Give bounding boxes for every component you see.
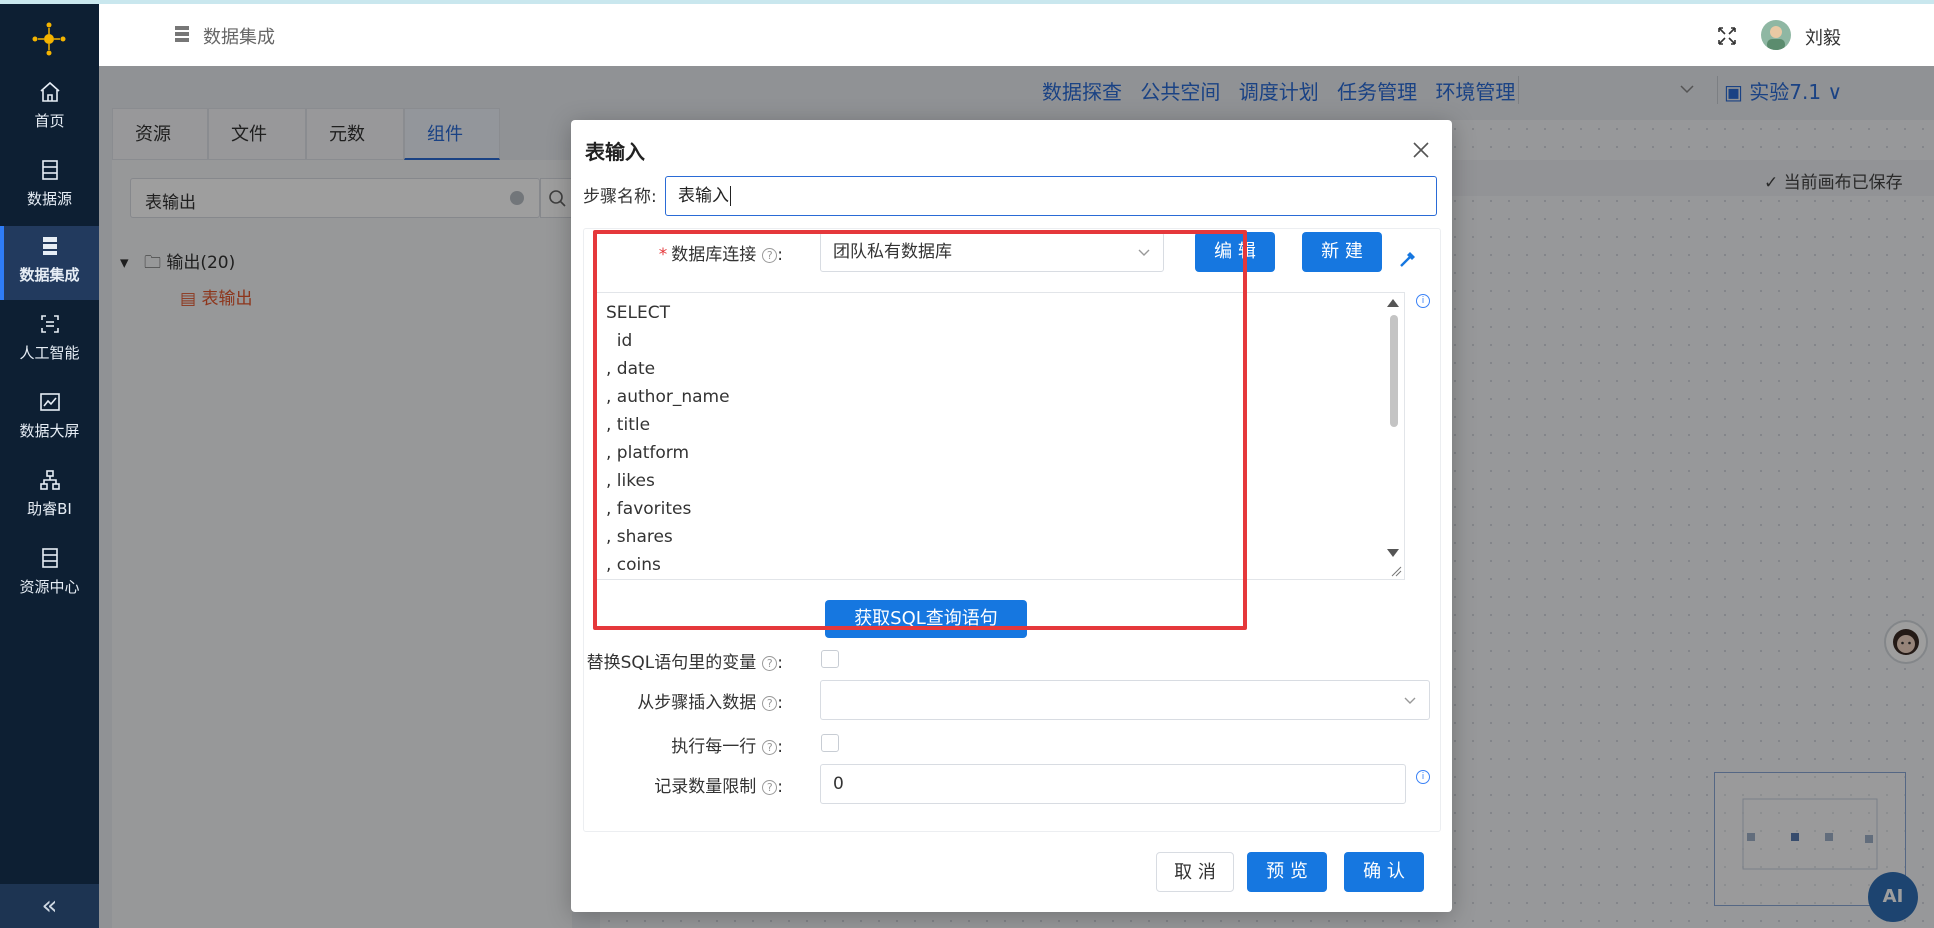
- info-icon[interactable]: i: [1416, 770, 1430, 784]
- dialog-title: 表输入: [585, 140, 645, 164]
- username[interactable]: 刘毅: [1805, 24, 1841, 50]
- help-icon[interactable]: ?: [762, 696, 778, 711]
- sidebar-item-home[interactable]: 首页: [0, 72, 99, 146]
- scan-icon: [40, 315, 59, 333]
- database-icon: [42, 237, 57, 255]
- chevron-down-icon: [1404, 697, 1416, 704]
- sidebar-item-label: 数据集成: [19, 266, 80, 284]
- help-icon[interactable]: ?: [762, 656, 778, 671]
- db-connection-select[interactable]: 团队私有数据库: [820, 232, 1164, 272]
- sql-line: , date: [606, 359, 656, 379]
- hierarchy-icon: [39, 470, 60, 490]
- user-avatar-icon: [1767, 26, 1785, 50]
- required-icon: *: [658, 245, 668, 265]
- edit-connection-button[interactable]: 编 辑: [1195, 232, 1275, 272]
- chevron-down-icon: [1138, 249, 1150, 256]
- scroll-up-icon[interactable]: [1387, 299, 1399, 307]
- replace-vars-label-text: 替换SQL语句里的变量: [586, 653, 757, 673]
- cancel-button[interactable]: 取 消: [1156, 852, 1234, 892]
- resource-icon: [41, 548, 58, 568]
- sidebar-item-label: 人工智能: [19, 344, 80, 362]
- table-input-dialog: 表输入 步骤名称: 表输入 * 数据库连接?: 团队私有数据库 编 辑 新 建 S…: [571, 120, 1452, 912]
- datasource-icon: [41, 160, 58, 180]
- sql-line: , shares: [606, 527, 673, 547]
- preview-button[interactable]: 预 览: [1247, 852, 1327, 892]
- sidebar-item-label: 首页: [34, 112, 65, 130]
- record-limit-label: 记录数量限制?:: [654, 777, 783, 797]
- help-icon[interactable]: ?: [762, 780, 778, 795]
- sql-scrollbar[interactable]: [1384, 293, 1404, 581]
- sidebar: 首页 数据源 数据集成 人工智能 数据大屏 助睿BI 资源中心 «: [0, 4, 99, 928]
- step-name-input[interactable]: 表输入: [665, 176, 1437, 216]
- scrollbar-thumb[interactable]: [1390, 315, 1398, 427]
- db-connection-label: * 数据库连接?:: [658, 245, 783, 265]
- sql-line: , coins: [606, 555, 661, 575]
- insert-from-step-label-text: 从步骤插入数据: [637, 693, 757, 713]
- execute-each-row-label-text: 执行每一行: [671, 737, 757, 757]
- db-connection-value: 团队私有数据库: [833, 242, 952, 262]
- get-sql-button[interactable]: 获取SQL查询语句: [825, 600, 1027, 638]
- close-icon[interactable]: [1409, 138, 1433, 162]
- chart-icon: [39, 393, 60, 411]
- sidebar-item-datasource[interactable]: 数据源: [0, 150, 99, 224]
- resize-handle-icon[interactable]: [1390, 565, 1402, 577]
- replace-vars-checkbox[interactable]: [821, 650, 839, 668]
- fullscreen-icon[interactable]: [1715, 24, 1739, 48]
- sql-line: , likes: [606, 471, 655, 491]
- record-limit-value: 0: [833, 774, 844, 794]
- avatar[interactable]: [1761, 20, 1791, 50]
- header: 数据集成 刘毅: [99, 4, 1934, 66]
- replace-vars-label: 替换SQL语句里的变量?:: [586, 653, 783, 673]
- help-icon[interactable]: ?: [762, 740, 778, 755]
- sidebar-collapse-button[interactable]: «: [0, 884, 99, 928]
- info-icon[interactable]: i: [1416, 294, 1430, 308]
- insert-from-step-select[interactable]: [820, 680, 1430, 720]
- logo-icon: [32, 22, 66, 56]
- scroll-down-icon[interactable]: [1387, 549, 1399, 557]
- sql-code: SELECT id , date , author_name , title , pla…: [606, 299, 730, 579]
- sql-line: , author_name: [606, 387, 730, 407]
- sql-line: , platform: [606, 443, 690, 463]
- db-connection-label-text: 数据库连接: [671, 245, 757, 265]
- sidebar-item-resource-center[interactable]: 资源中心: [0, 538, 99, 612]
- step-name-label: 步骤名称:: [583, 187, 657, 207]
- execute-each-row-label: 执行每一行?:: [671, 737, 783, 757]
- insert-from-step-label: 从步骤插入数据?:: [637, 693, 783, 713]
- sql-line: SELECT: [606, 303, 670, 323]
- sidebar-item-data-screen[interactable]: 数据大屏: [0, 382, 99, 456]
- sidebar-item-data-integration[interactable]: 数据集成: [0, 226, 99, 300]
- sidebar-item-label: 数据源: [26, 190, 72, 208]
- format-brush-icon[interactable]: [1397, 248, 1419, 270]
- sidebar-item-ai[interactable]: 人工智能: [0, 304, 99, 378]
- sql-editor[interactable]: SELECT id , date , author_name , title , pla…: [595, 292, 1405, 580]
- record-limit-input[interactable]: 0: [820, 764, 1406, 804]
- step-name-value: 表输入: [678, 186, 729, 206]
- sidebar-item-label: 助睿BI: [27, 500, 72, 518]
- execute-each-row-checkbox[interactable]: [821, 734, 839, 752]
- sql-line: id: [606, 331, 633, 351]
- sql-line: , title: [606, 415, 651, 435]
- breadcrumb: 数据集成: [203, 27, 275, 48]
- sql-line: , favorites: [606, 499, 692, 519]
- help-icon[interactable]: ?: [762, 248, 778, 263]
- new-connection-button[interactable]: 新 建: [1302, 232, 1382, 272]
- sidebar-item-bi[interactable]: 助睿BI: [0, 460, 99, 534]
- database-icon: [175, 26, 189, 42]
- sidebar-item-label: 资源中心: [19, 578, 80, 596]
- record-limit-label-text: 记录数量限制: [654, 777, 757, 797]
- home-icon: [39, 81, 60, 102]
- sidebar-item-label: 数据大屏: [19, 422, 80, 440]
- confirm-button[interactable]: 确 认: [1344, 852, 1424, 892]
